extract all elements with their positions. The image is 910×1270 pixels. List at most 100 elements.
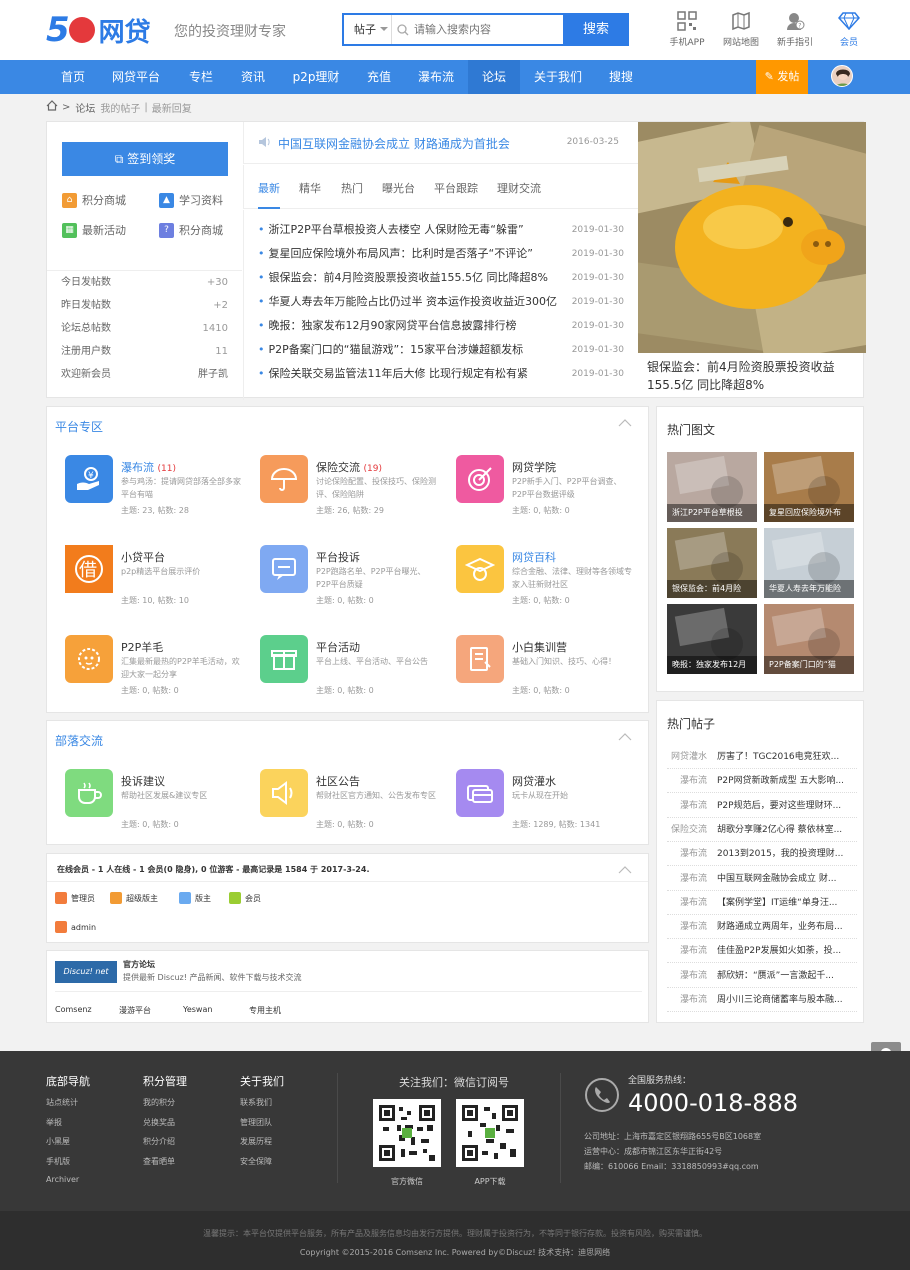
forum-card[interactable]: 网贷学院 P2P新手入门、P2P平台调查、P2P平台数据评级 主题: 0, 帖数:…	[456, 455, 636, 535]
footer-link[interactable]: 安全保障	[240, 1156, 284, 1176]
slide-caption[interactable]: 银保监会：前4月险资股票投资收益155.5亿 同比降超8%	[647, 358, 857, 394]
breadcrumb-recent[interactable]: 最新回复	[152, 100, 192, 115]
collapse-icon[interactable]	[618, 419, 632, 427]
search-input[interactable]	[414, 15, 564, 44]
hot-image-thumb[interactable]: 华夏人寿去年万能险	[764, 528, 854, 598]
hot-image-thumb[interactable]: 晚报：独家发布12月	[667, 604, 757, 674]
avatar[interactable]	[831, 65, 853, 87]
nav-columns[interactable]: 专栏	[178, 60, 224, 94]
hot-post-item[interactable]: 瀑布流 2013到2015，我的投资理财...	[667, 842, 857, 867]
hot-post-item[interactable]: 瀑布流 郝欣妍：“赝派”一言激起千...	[667, 964, 857, 988]
list-item[interactable]: • 晚报：独家发布12月90家网贷平台信息披露排行榜 2019-01-30	[258, 314, 624, 338]
tab-latest[interactable]: 最新	[258, 180, 280, 209]
collapse-icon[interactable]	[618, 733, 632, 741]
link-yeswan[interactable]: Yeswan	[183, 1005, 212, 1014]
footer-link[interactable]: 小黑屋	[46, 1136, 90, 1156]
forum-card[interactable]: 平台活动 平台上线、平台活动、平台公告 主题: 0, 帖数: 0	[260, 635, 440, 715]
forum-card[interactable]: 网贷灌水 玩卡从现在开始 主题: 1289, 帖数: 1341	[456, 769, 636, 849]
news-headline[interactable]: 中国互联网金融协会成立 财路通成为首批会	[278, 135, 510, 152]
forum-desc: p2p精选平台展示评价	[121, 567, 201, 576]
hot-post-item[interactable]: 瀑布流 【案例学堂】IT运维“单身汪...	[667, 891, 857, 915]
list-item[interactable]: • 浙江P2P平台草根投资人去楼空 人保财险无毒“躲雷” 2019-01-30	[258, 218, 624, 242]
footer-link[interactable]: 站点统计	[46, 1097, 90, 1117]
footer-link[interactable]: 发展历程	[240, 1136, 284, 1156]
nav-forum[interactable]: 论坛	[468, 60, 520, 94]
forum-card[interactable]: ¥ 瀑布流 (11) 参与鸡汤：提请网贷部落全部多家平台有喵 主题: 23, 帖数: …	[65, 455, 245, 535]
link-hosting[interactable]: 专用主机	[249, 1005, 281, 1016]
quick-link-events[interactable]: ▦ 最新活动	[62, 222, 126, 238]
forum-card[interactable]: 网贷百科 综合金融、法律、理财等各领域专家入驻新财社区 主题: 0, 帖数: 0	[456, 545, 636, 625]
quick-link-points[interactable]: ? 积分商城	[159, 222, 223, 238]
nav-waterfall[interactable]: 瀑布流	[410, 60, 462, 94]
search-button[interactable]: 搜索	[563, 13, 629, 46]
home-icon[interactable]	[46, 100, 58, 114]
quick-link-shop[interactable]: ⌂ 积分商城	[62, 192, 126, 208]
footer-link[interactable]: 兑换奖品	[143, 1117, 187, 1137]
hot-post-item[interactable]: 瀑布流 中国互联网金融协会成立 财...	[667, 867, 857, 891]
featured-slide-image[interactable]	[638, 122, 866, 353]
forum-desc: 玩卡从现在开始	[512, 791, 568, 800]
tab-finance[interactable]: 理财交流	[497, 180, 541, 196]
link-manyou[interactable]: 漫游平台	[119, 1005, 151, 1016]
list-item[interactable]: • P2P备案门口的“猫鼠游戏”：15家平台涉嫌超额发标 2019-01-30	[258, 338, 624, 362]
nav-platforms[interactable]: 网贷平台	[104, 60, 168, 94]
tab-exposure[interactable]: 曝光台	[382, 180, 415, 196]
hot-image-thumb[interactable]: P2P备案门口的“猫	[764, 604, 854, 674]
forum-card[interactable]: 小白集训营 基础入门知识、技巧、心得！ 主题: 0, 帖数: 0	[456, 635, 636, 715]
tab-featured[interactable]: 精华	[299, 180, 321, 196]
list-item[interactable]: • 复星回应保险境外布局风声：比利时是否落子“不评论” 2019-01-30	[258, 242, 624, 266]
hot-post-item[interactable]: 保险交流 胡歌分享赚2亿心得 蔡依林室...	[667, 818, 857, 842]
collapse-icon[interactable]	[618, 866, 632, 874]
site-map-link[interactable]: 网站地图	[714, 10, 768, 48]
hot-post-item[interactable]: 网贷灌水 厉害了！TGC2016电竞狂欢...	[667, 745, 857, 769]
hot-image-thumb[interactable]: 浙江P2P平台草根投	[667, 452, 757, 522]
forum-card[interactable]: 投诉建议 帮助社区发展&建议专区 主题: 0, 帖数: 0	[65, 769, 245, 849]
beginner-guide-link[interactable]: ? 新手指引	[768, 10, 822, 48]
list-item[interactable]: • 银保监会：前4月险资股票投资收益155.5亿 同比降超8% 2019-01-30	[258, 266, 624, 290]
link-comsenz[interactable]: Comsenz	[55, 1005, 92, 1014]
vip-link[interactable]: 会员	[822, 10, 876, 48]
forum-card[interactable]: 社区公告 帮财社区官方通知、公告发布专区 主题: 0, 帖数: 0	[260, 769, 440, 849]
online-user[interactable]: admin	[55, 921, 96, 933]
nav-p2p[interactable]: p2p理财	[284, 60, 348, 94]
footer-link[interactable]: 手机版	[46, 1156, 90, 1176]
hot-image-thumb[interactable]: 复星回应保险境外布	[764, 452, 854, 522]
sign-in-button[interactable]: ⧉ 签到领奖	[62, 142, 228, 176]
discuz-badge[interactable]: Discuz! net	[55, 961, 117, 983]
list-item[interactable]: • 保险关联交易监管法11年后大修 比现行规定有松有紧 2019-01-30	[258, 362, 624, 386]
forum-card[interactable]: P2P羊毛 汇集最新最热的P2P羊毛活动，欢迎大家一起分享 主题: 0, 帖数: …	[65, 635, 245, 715]
hot-post-item[interactable]: 瀑布流 财路通成立两周年，业务布局...	[667, 915, 857, 940]
nav-about[interactable]: 关于我们	[526, 60, 590, 94]
newest-member[interactable]: 胖子凯	[198, 363, 228, 386]
tab-tracking[interactable]: 平台跟踪	[434, 180, 478, 196]
nav-news[interactable]: 资讯	[230, 60, 276, 94]
nav-recharge[interactable]: 充值	[356, 60, 402, 94]
hot-post-item[interactable]: 瀑布流 P2P网贷新政新成型 五大影响...	[667, 769, 857, 794]
post-button[interactable]: ✎ 发帖	[756, 60, 808, 94]
list-item[interactable]: • 华夏人寿去年万能险占比仍过半 资本运作投资收益近300亿 2019-01-30	[258, 290, 624, 314]
hot-post-item[interactable]: 瀑布流 佳佳盈P2P发展如火如荼，投...	[667, 939, 857, 964]
breadcrumb-my-posts[interactable]: 我的帖子	[100, 100, 140, 115]
forum-card[interactable]: 平台投诉 P2P跑路名单、P2P平台曝光、P2P平台质疑 主题: 0, 帖数: 0	[260, 545, 440, 625]
footer-link[interactable]: 查看晒单	[143, 1156, 187, 1176]
footer-link[interactable]: 举报	[46, 1117, 90, 1137]
official-forum-name[interactable]: 官方论坛	[123, 959, 155, 970]
breadcrumb-forum[interactable]: 论坛	[75, 100, 95, 115]
footer-link[interactable]: 管理团队	[240, 1117, 284, 1137]
search-type-select[interactable]: 帖子	[344, 15, 392, 44]
hot-post-item[interactable]: 瀑布流 周小川三论商储蓄率与股本融...	[667, 988, 857, 1012]
footer-link[interactable]: 联系我们	[240, 1097, 284, 1117]
footer-link[interactable]: Archiver	[46, 1175, 90, 1195]
nav-search[interactable]: 搜搜	[598, 60, 644, 94]
site-logo[interactable]: 5 网贷	[46, 10, 151, 50]
forum-card[interactable]: 借 小贷平台 p2p精选平台展示评价 主题: 10, 帖数: 10	[65, 545, 245, 625]
mobile-app-link[interactable]: 手机APP	[660, 10, 714, 48]
forum-card[interactable]: 保险交流 (19) 讨论保险配置、投保技巧、保险测评、保险陷阱 主题: 26, 帖数…	[260, 455, 440, 535]
hot-post-item[interactable]: 瀑布流 P2P规范后，要对这些理财环...	[667, 794, 857, 818]
footer-link[interactable]: 积分介绍	[143, 1136, 187, 1156]
hot-image-thumb[interactable]: 银保监会：前4月险	[667, 528, 757, 598]
tab-hot[interactable]: 热门	[341, 180, 363, 196]
quick-link-learning[interactable]: ▲ 学习资料	[159, 192, 223, 208]
footer-link[interactable]: 我的积分	[143, 1097, 187, 1117]
nav-home[interactable]: 首页	[50, 60, 96, 94]
